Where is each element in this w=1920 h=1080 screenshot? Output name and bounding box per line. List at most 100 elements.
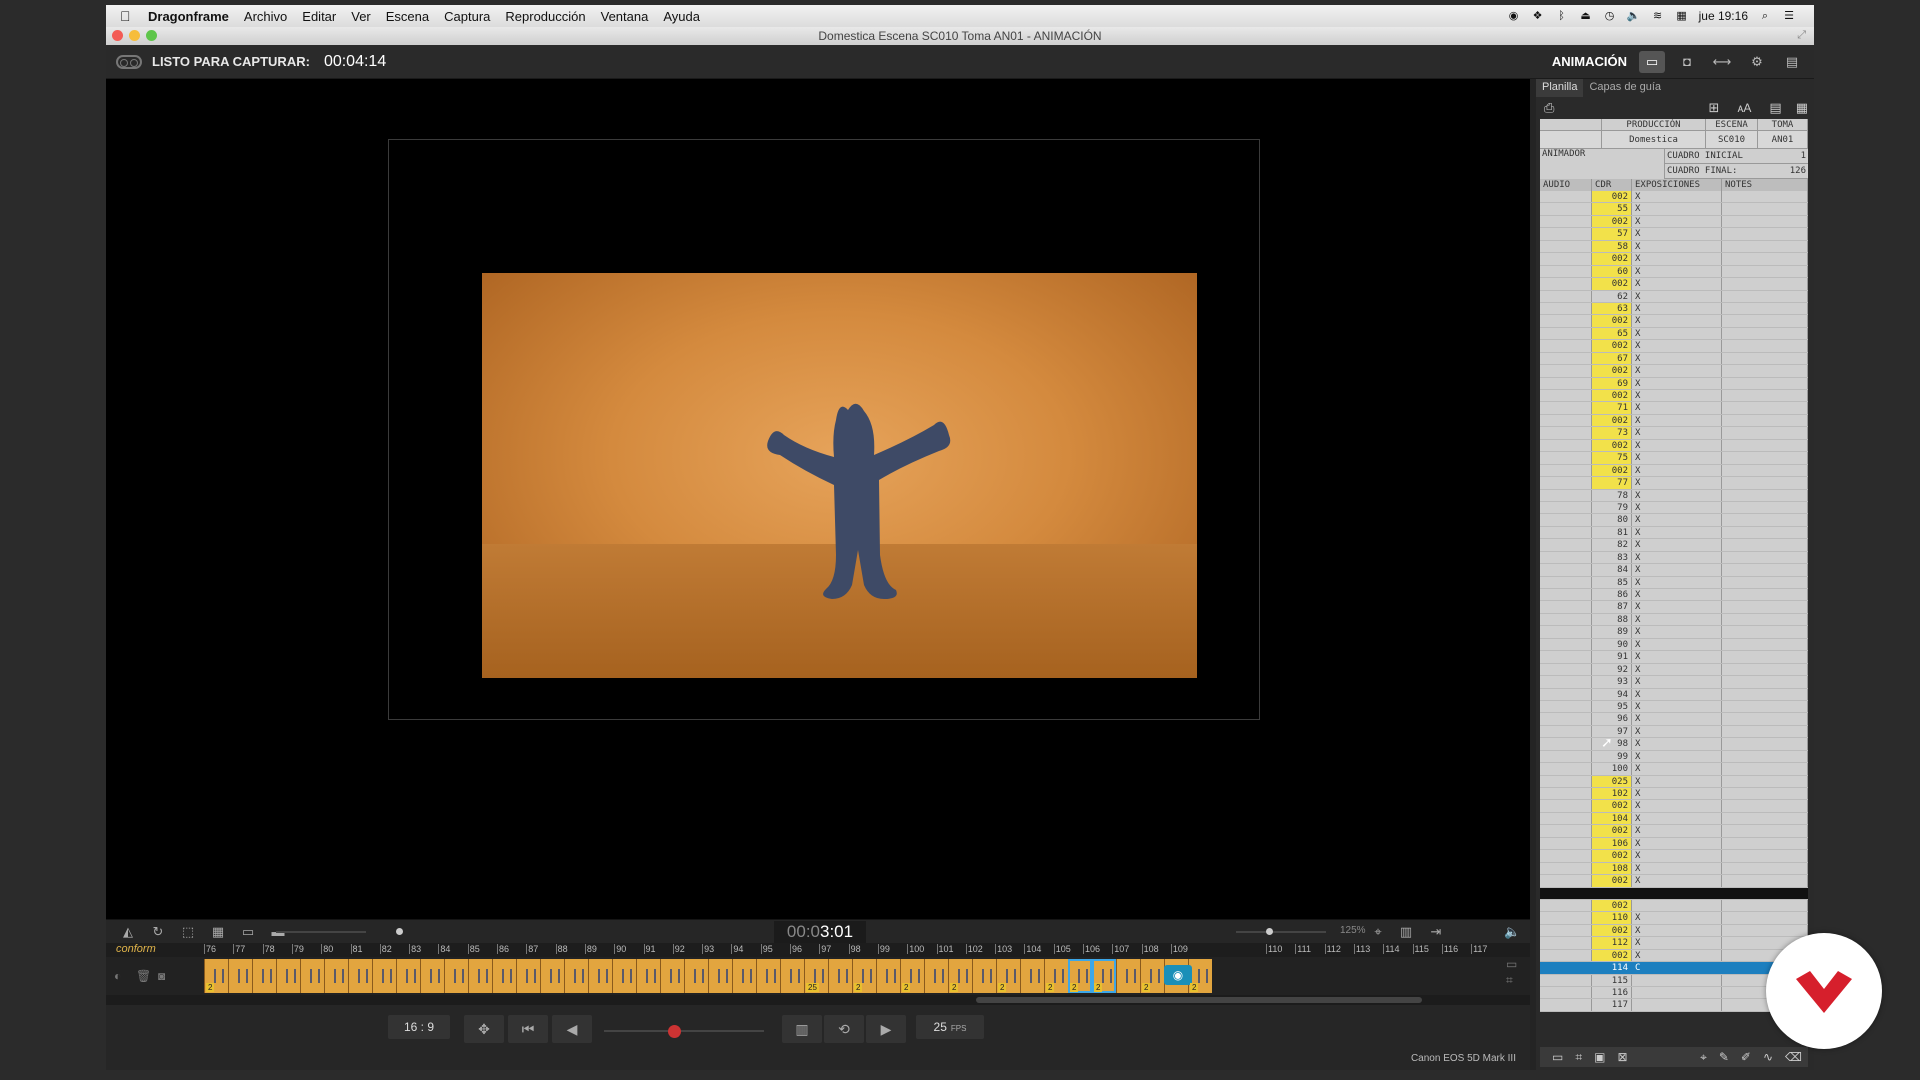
audio-cell[interactable] (1540, 800, 1592, 812)
exposure-cell[interactable]: X (1632, 912, 1722, 924)
frame-number-cell[interactable]: 85 (1592, 576, 1632, 588)
notes-cell[interactable] (1722, 228, 1808, 240)
exposure-cell[interactable]: X (1632, 439, 1722, 452)
audio-cell[interactable] (1540, 899, 1592, 912)
exposure-cell[interactable]: X (1632, 265, 1722, 278)
frame-number-cell[interactable]: 80 (1592, 514, 1632, 526)
exposure-cell[interactable]: X (1632, 477, 1722, 489)
time-machine-icon[interactable]: ◷ (1603, 10, 1617, 22)
notes-cell[interactable] (1722, 365, 1808, 377)
sheet-row[interactable]: 86 X (1540, 589, 1808, 602)
loop-refresh-icon[interactable]: ↻ (150, 924, 166, 940)
fps-display[interactable]: 25 FPS (916, 1015, 984, 1039)
exposure-cell[interactable]: X (1632, 700, 1722, 713)
sheet-row[interactable]: 99 X (1540, 750, 1808, 764)
exposure-cell[interactable]: X (1632, 589, 1722, 601)
audio-cell[interactable] (1540, 365, 1592, 377)
audio-cell[interactable] (1540, 763, 1592, 775)
notes-cell[interactable] (1722, 327, 1808, 340)
exposure-cell[interactable]: X (1632, 414, 1722, 427)
audio-cell[interactable] (1540, 452, 1592, 464)
frame-number-cell[interactable]: 89 (1592, 626, 1632, 638)
notes-cell[interactable] (1722, 240, 1808, 253)
exposure-cell[interactable]: X (1632, 725, 1722, 738)
audio-cell[interactable] (1540, 601, 1592, 613)
sheet-row[interactable]: 78 X (1540, 489, 1808, 502)
notes-cell[interactable] (1722, 564, 1808, 576)
exposure-cell[interactable]: X (1632, 837, 1722, 850)
audio-cell[interactable] (1540, 638, 1592, 651)
frame-thumbnail[interactable] (588, 959, 612, 993)
frame-number-cell[interactable]: 114 (1592, 962, 1632, 974)
frame-thumbnail[interactable] (300, 959, 324, 993)
audio-cell[interactable] (1540, 700, 1592, 713)
frame-number-cell[interactable]: 002 (1592, 825, 1632, 837)
sheet-row[interactable]: 57 X (1540, 228, 1808, 241)
dmx-lighting-icon[interactable]: ⚙ (1744, 51, 1770, 73)
add-layer-icon[interactable]: ⊞ (1709, 100, 1720, 116)
notes-cell[interactable] (1722, 887, 1808, 899)
layers-icon[interactable]: ▣ (1594, 1050, 1605, 1064)
audio-cell[interactable] (1540, 688, 1592, 700)
exposure-cell[interactable]: X (1632, 315, 1722, 327)
timeline-ruler[interactable]: conform 76 77 78 79 80 81 82 83 84 85 86 87 88 89 90 91… (106, 943, 1530, 957)
sheet-row[interactable]: 88 X (1540, 613, 1808, 627)
sheet-row[interactable]: 90 X (1540, 638, 1808, 652)
exposure-cell[interactable]: X (1632, 489, 1722, 501)
live-view-camera-icon[interactable]: ◉ (1164, 965, 1192, 985)
audio-cell[interactable] (1540, 302, 1592, 315)
audio-cell[interactable] (1540, 589, 1592, 601)
notes-cell[interactable] (1722, 414, 1808, 427)
frame-number-cell[interactable]: 92 (1592, 663, 1632, 676)
frame-number-cell[interactable]: 86 (1592, 589, 1632, 601)
audio-cell[interactable] (1540, 850, 1592, 862)
frame-number-cell[interactable]: 60 (1592, 265, 1632, 278)
timeline-track[interactable]: ◐ 🗑 ◙ 2 25 2 2 2 2 2 2 2 2 2 ◉ ▭ ⌗ (106, 957, 1530, 995)
audio-cell[interactable] (1540, 551, 1592, 564)
trim-icon[interactable]: ▭ (1506, 957, 1517, 971)
exposure-cell[interactable]: X (1632, 924, 1722, 937)
frame-number-cell[interactable]: 104 (1592, 812, 1632, 825)
sheet-row[interactable]: 96 X (1540, 713, 1808, 726)
frame-number-cell[interactable]: 002 (1592, 215, 1632, 228)
notes-cell[interactable] (1722, 551, 1808, 564)
sheet-row[interactable]: 83 X (1540, 551, 1808, 565)
audio-cell[interactable] (1540, 390, 1592, 402)
exposure-cell[interactable]: X (1632, 352, 1722, 365)
sheet-row[interactable]: 73 X (1540, 427, 1808, 440)
audio-cell[interactable] (1540, 414, 1592, 427)
exposure-cell[interactable]: X (1632, 800, 1722, 812)
audio-cell[interactable] (1540, 477, 1592, 489)
frame-number-cell[interactable]: 81 (1592, 526, 1632, 539)
audio-cell[interactable] (1540, 253, 1592, 265)
select-tool-icon[interactable]: ⌖ (1700, 1050, 1707, 1065)
sheet-row[interactable]: 84 X (1540, 564, 1808, 577)
frame-thumbnail[interactable] (420, 959, 444, 993)
frame-number-cell[interactable]: 116 (1592, 987, 1632, 999)
frame-thumbnail[interactable] (564, 959, 588, 993)
frame-number-cell[interactable]: 55 (1592, 203, 1632, 215)
volume-icon[interactable]: 🔈 (1627, 10, 1641, 22)
frame-thumbnail[interactable] (684, 959, 708, 993)
zoom-slider[interactable] (1236, 931, 1326, 933)
notes-cell[interactable] (1722, 402, 1808, 414)
frame-thumbnail[interactable] (324, 959, 348, 993)
menu-clock[interactable]: jue 19:16 (1699, 9, 1748, 23)
spotlight-search-icon[interactable]: ⌕ (1758, 10, 1772, 22)
trash-icon[interactable]: 🗑 (136, 969, 151, 983)
frame-thumbnail[interactable] (468, 959, 492, 993)
frame-thumbnail[interactable] (972, 959, 996, 993)
frame-number-cell[interactable]: 002 (1592, 414, 1632, 427)
frame-thumbnail[interactable] (636, 959, 660, 993)
camera-view-icon[interactable]: ◘ (1674, 51, 1700, 73)
frame-thumbnails[interactable]: 2 25 2 2 2 2 2 2 2 2 2 (204, 959, 1212, 993)
notes-cell[interactable] (1722, 191, 1808, 203)
monitor-view-icon[interactable]: ▭ (1639, 50, 1665, 73)
frame-number-cell[interactable]: 79 (1592, 501, 1632, 514)
target-icon[interactable]: ⌖ (1370, 924, 1386, 940)
expand-icon[interactable]: ⌗ (1506, 973, 1513, 988)
notes-cell[interactable] (1722, 290, 1808, 302)
audio-cell[interactable] (1540, 576, 1592, 588)
zoom-slider-knob[interactable] (1266, 928, 1273, 935)
mask-icon[interactable]: ▭ (240, 924, 256, 940)
